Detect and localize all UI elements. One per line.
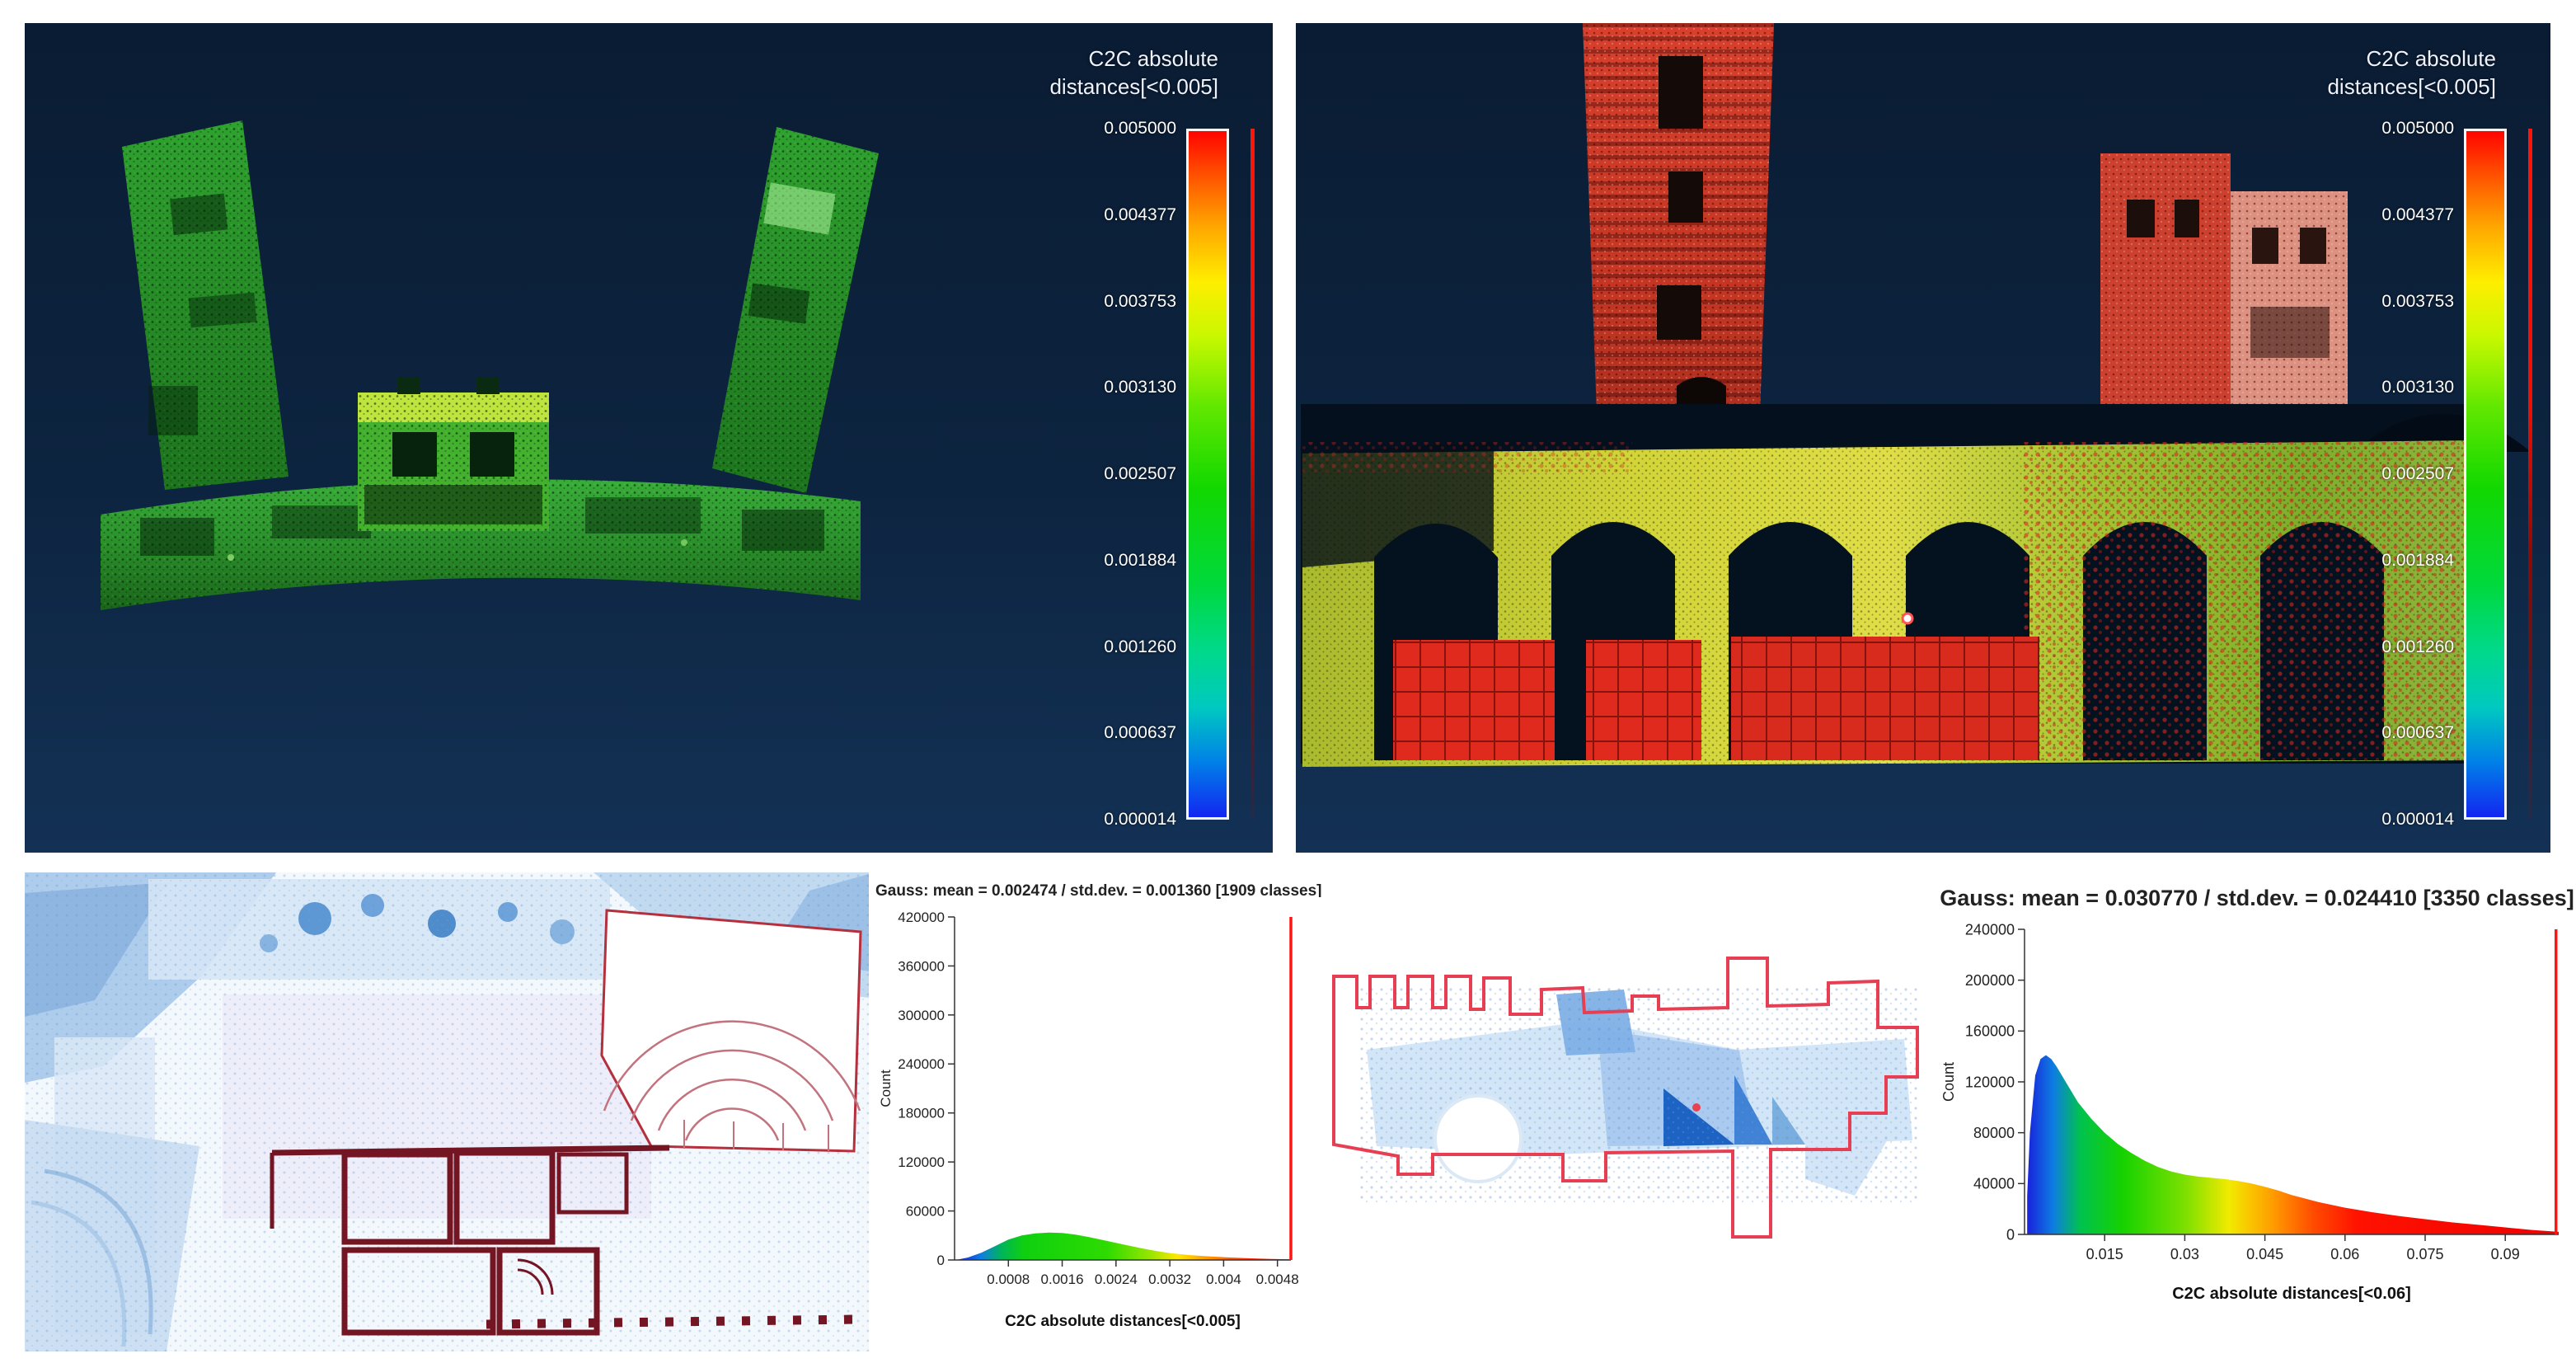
color-scale-body: 0.0050000.0043770.0037530.0031300.002507… [2236,129,2532,820]
histogram-title: Gauss: mean = 0.030770 / std.dev. = 0.02… [1939,881,2575,918]
histogram-title: Gauss: mean = 0.002474 / std.dev. = 0.00… [875,876,1304,904]
colonnade-dots [486,1319,856,1324]
viewer-panel-left[interactable]: C2C absolute distances[<0.005] 0.0050000… [25,23,1273,853]
y-tick-label: 0 [937,1253,945,1268]
color-scale-left: C2C absolute distances[<0.005] 0.005000 0… [958,45,1255,820]
plan-view-overlay [25,872,869,1352]
x-tick-label: 0.0024 [1095,1272,1138,1287]
color-scale-tick-label: 0.005000 [1104,120,1176,138]
histogram-chart-left[interactable]: 0 60000 120000 180000 240000 300000 360000 4200… [875,904,1304,1333]
plan-view-deviation [1309,897,1940,1329]
plan-pointcloud-floorplan [25,872,869,1352]
x-tick-label: 0.06 [2330,1246,2359,1262]
picked-point-marker [1903,613,1912,623]
histogram-window-right: Gauss: mean = 0.030770 / std.dev. = 0.02… [1939,881,2575,1342]
histogram-window-left: Gauss: mean = 0.002474 / std.dev. = 0.00… [875,876,1304,1354]
distribution-area [958,1233,1291,1260]
color-scale-tick-label: 0.000637 [2381,724,2454,742]
picked-point-marker-plan [1692,1103,1701,1112]
x-tick-label: 0.015 [2086,1246,2123,1262]
x-tick-label: 0.03 [2170,1246,2199,1262]
color-scale-tick-label: 0.003130 [1104,378,1176,397]
color-scale-title: C2C absolute distances[<0.005] [2236,45,2532,101]
distribution-area [2027,1055,2559,1234]
color-scale-ramp [2464,129,2507,820]
y-axis-label: Count [1940,1062,1957,1102]
figure-canvas: C2C absolute distances[<0.005] 0.0050000… [0,0,2576,1368]
y-tick-label: 180000 [898,1106,945,1121]
y-tick-label: 240000 [1965,921,2015,938]
x-tick-label: 0.0008 [987,1272,1030,1287]
color-scale-histogram-strip [1250,129,1255,820]
x-tick-label: 0.09 [2491,1246,2520,1262]
color-scale-tick-label: 0.001884 [1104,552,1176,570]
color-scale-title: C2C absolute distances[<0.005] [958,45,1255,101]
y-tick-label: 0 [2006,1226,2015,1243]
color-scale-labels: 0.005000 0.004377 0.003753 0.003130 0.002507… [1104,120,1186,829]
color-scale-body: 0.0050000.0043770.0037530.0031300.002507… [958,129,1255,820]
y-tick-label: 160000 [1965,1023,2015,1040]
theater-floorplan [602,910,861,1151]
left-tower [122,120,289,490]
color-scale-tick-label: 0.002507 [1104,465,1176,483]
color-scale-right: C2C absolute distances[<0.005] 0.005000 0… [2236,45,2532,820]
x-tick-label: 0.0032 [1148,1272,1191,1287]
color-scale-tick-label: 0.002507 [2381,465,2454,483]
y-tick-label: 360000 [898,958,945,974]
color-scale-tick-label: 0.001260 [1104,638,1176,656]
color-scale-tick-label: 0.001260 [2381,638,2454,656]
color-scale-tick-label: 0.000637 [1104,724,1176,742]
y-tick-label: 80000 [1973,1125,2015,1141]
y-tick-label: 420000 [898,910,945,925]
color-scale-tick-label: 0.001884 [2381,552,2454,570]
histogram-chart-right[interactable]: 0 40000 80000 120000 160000 200000 240000 0.015… [1939,918,2574,1305]
color-scale-tick-label: 0.004377 [1104,206,1176,224]
x-tick-label: 0.0048 [1256,1272,1299,1287]
y-tick-label: 60000 [906,1204,945,1220]
y-tick-label: 40000 [1973,1176,2015,1192]
y-tick-label: 200000 [1965,972,2015,989]
color-scale-tick-label: 0.003753 [2381,293,2454,311]
y-tick-label: 240000 [898,1056,945,1072]
x-tick-label: 0.0016 [1041,1272,1084,1287]
bell-tower [1583,23,1774,437]
y-axis-label: Count [878,1069,894,1107]
x-axis-label: C2C absolute distances[<0.06] [2172,1285,2411,1303]
color-scale-ramp [1186,129,1229,820]
color-scale-labels: 0.005000 0.004377 0.003753 0.003130 0.002507… [2381,120,2464,829]
x-tick-label: 0.075 [2406,1246,2443,1262]
y-tick-label: 120000 [898,1154,945,1170]
x-tick-label: 0.045 [2246,1246,2283,1262]
color-scale-histogram-strip [2528,129,2532,820]
x-tick-label: 0.004 [1206,1272,1241,1287]
color-scale-tick-label: 0.003130 [2381,378,2454,397]
plan-pointcloud-outline [1309,897,1940,1329]
viewer-panel-right[interactable]: C2C absolute distances[<0.005] 0.0050000… [1296,23,2550,853]
right-tower [712,127,879,493]
color-scale-tick-label: 0.005000 [2381,120,2454,138]
color-scale-tick-label: 0.000014 [1104,811,1176,829]
color-scale-tick-label: 0.004377 [2381,206,2454,224]
x-axis-label: C2C absolute distances[<0.005] [1005,1313,1241,1330]
color-scale-tick-label: 0.003753 [1104,293,1176,311]
central-block [358,378,549,531]
color-scale-tick-label: 0.000014 [2381,811,2454,829]
y-tick-label: 120000 [1965,1074,2015,1090]
y-tick-label: 300000 [898,1008,945,1023]
